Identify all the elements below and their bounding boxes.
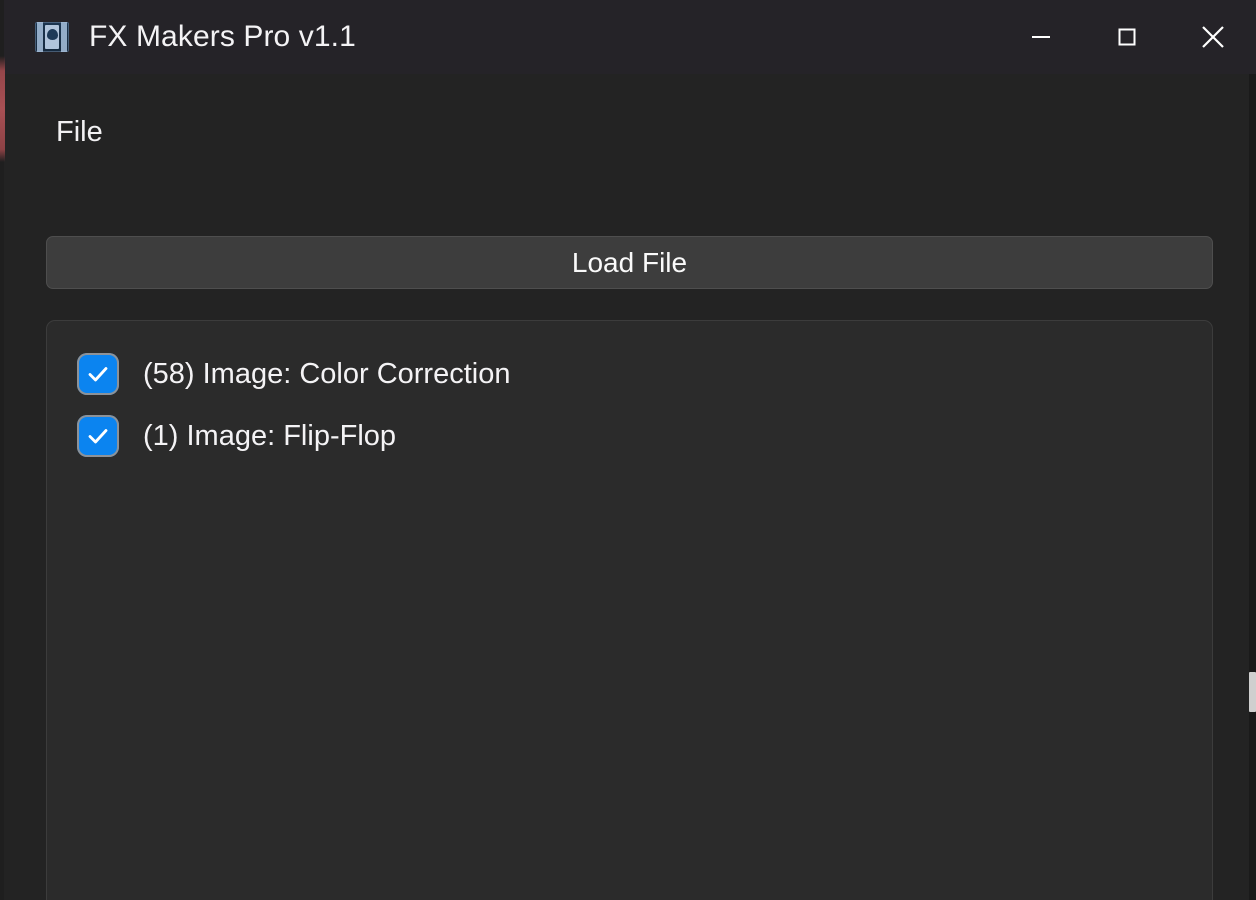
list-item[interactable]: (1) Image: Flip-Flop xyxy=(47,405,1212,467)
checkmark-icon xyxy=(88,367,108,382)
effect-checkbox[interactable] xyxy=(77,415,119,457)
window-controls xyxy=(998,0,1256,74)
minimize-button[interactable] xyxy=(998,0,1084,74)
background-scrollbar-track[interactable] xyxy=(1249,74,1256,900)
application-window: FX Makers Pro v1.1 File Load File (58) I… xyxy=(0,0,1256,900)
film-strip-right xyxy=(61,22,67,52)
title-bar: FX Makers Pro v1.1 xyxy=(4,0,1256,74)
maximize-icon xyxy=(1118,28,1136,46)
background-scrollbar-thumb[interactable] xyxy=(1249,672,1256,712)
menu-item-file[interactable]: File xyxy=(50,114,109,151)
window-title: FX Makers Pro v1.1 xyxy=(89,20,356,53)
effect-label: (1) Image: Flip-Flop xyxy=(143,419,397,452)
window-body: Load File (58) Image: Color Correction (… xyxy=(4,192,1256,900)
maximize-button[interactable] xyxy=(1084,0,1170,74)
effect-checkbox[interactable] xyxy=(77,353,119,395)
effect-label: (58) Image: Color Correction xyxy=(143,357,511,390)
load-file-button[interactable]: Load File xyxy=(46,236,1213,289)
effects-list-panel: (58) Image: Color Correction (1) Image: … xyxy=(46,320,1213,900)
close-icon xyxy=(1202,26,1224,48)
list-item[interactable]: (58) Image: Color Correction xyxy=(47,343,1212,405)
minimize-icon xyxy=(1032,36,1050,38)
checkmark-icon xyxy=(88,429,108,444)
menu-bar: File xyxy=(4,74,1256,192)
close-button[interactable] xyxy=(1170,0,1256,74)
film-lens-dot xyxy=(46,29,58,40)
film-strip-left xyxy=(37,22,43,52)
film-frame-icon xyxy=(35,22,69,52)
